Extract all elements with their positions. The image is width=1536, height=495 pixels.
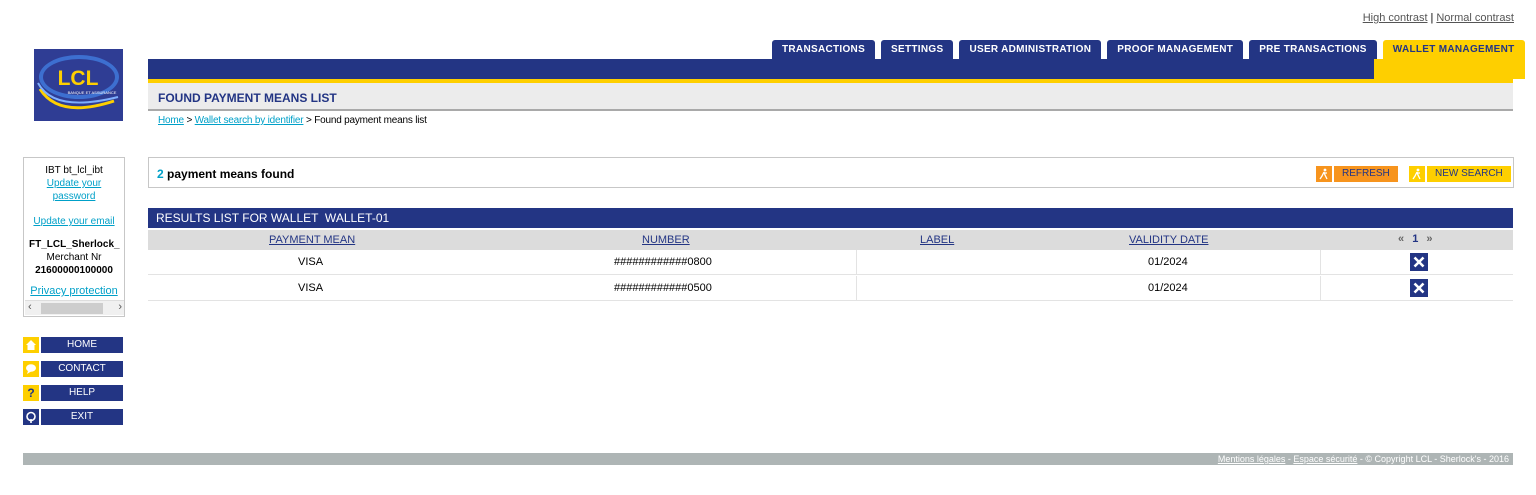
results-list-heading: RESULTS LIST FOR WALLET WALLET-01 [148,208,1513,228]
breadcrumb-current: Found payment means list [314,115,427,126]
logo-tagline: BANQUE ET ASSURANCE [68,90,117,95]
pagination: « 1 » [1398,233,1433,245]
breadcrumb-home-link[interactable]: Home [158,115,184,126]
header-band [148,59,1513,79]
delete-icon[interactable] [1410,253,1428,271]
new-search-label: NEW SEARCH [1427,166,1511,182]
refresh-label: REFRESH [1334,166,1398,182]
new-search-walker-icon [1409,166,1425,182]
footer: Mentions légales - Espace sécurité - © C… [23,453,1513,465]
pager-next-icon[interactable]: » [1426,233,1432,245]
nav-home-label: HOME [41,337,123,353]
results-summary-bar: 2 payment means found REFRESH NEW SEARCH [148,157,1514,188]
lcl-logo[interactable]: LCL BANQUE ET ASSURANCE [34,49,123,121]
breadcrumb-separator: > [183,115,195,126]
nav-help-label: HELP [41,385,123,401]
results-count: 2 [157,167,164,181]
tab-user-administration[interactable]: USER ADMINISTRATION [959,40,1102,59]
table-row: VISA ############0500 01/2024 [148,276,1513,301]
column-header-validity-date[interactable]: VALIDITY DATE [1129,234,1208,246]
results-count-text: 2 payment means found [157,167,294,181]
lcl-logo-graphic: LCL BANQUE ET ASSURANCE [34,49,123,121]
tab-proof-management[interactable]: PROOF MANAGEMENT [1107,40,1244,59]
column-header-payment-mean[interactable]: PAYMENT MEAN [269,234,355,246]
delete-icon[interactable] [1410,279,1428,297]
column-header-label[interactable]: LABEL [920,234,954,246]
update-email-link[interactable]: Update your email [24,215,124,228]
panel-horizontal-scrollbar[interactable]: ‹ › [25,300,124,315]
footer-legal-link[interactable]: Mentions légales [1218,454,1286,464]
scroll-thumb[interactable] [41,303,103,314]
main-tabs: TRANSACTIONS SETTINGS USER ADMINISTRATIO… [772,40,1525,79]
high-contrast-link[interactable]: High contrast [1363,12,1428,24]
column-divider [856,250,857,275]
nav-exit-label: EXIT [41,409,123,425]
page-title: FOUND PAYMENT MEANS LIST [158,91,337,105]
cell-validity-date: 01/2024 [1148,256,1188,268]
breadcrumb-wallet-search-link[interactable]: Wallet search by identifier [195,115,304,126]
column-divider [856,276,857,301]
footer-security-link[interactable]: Espace sécurité [1293,454,1357,464]
column-header-number[interactable]: NUMBER [642,234,690,246]
merchant-label: Merchant Nr [46,252,102,263]
table-header: PAYMENT MEAN NUMBER LABEL VALIDITY DATE … [148,230,1513,250]
help-icon: ? [23,385,39,401]
breadcrumb-separator: > [303,115,315,126]
active-tab-band [1374,59,1513,79]
refresh-walker-icon [1316,166,1332,182]
cell-validity-date: 01/2024 [1148,282,1188,294]
nav-exit[interactable]: EXIT [23,409,123,425]
tab-settings[interactable]: SETTINGS [881,40,954,59]
cell-number: ############0500 [614,282,712,294]
user-id: IBT bt_lcl_ibt [45,165,103,176]
merchant-number: 21600000100000 [35,265,113,276]
pager-current-page[interactable]: 1 [1407,233,1423,245]
cell-payment-mean: VISA [298,256,324,268]
logo-text: LCL [58,67,99,90]
refresh-button[interactable]: REFRESH [1316,166,1398,182]
privacy-protection-link[interactable]: Privacy protection [24,285,124,298]
exit-icon [23,409,39,425]
column-divider [1320,250,1321,275]
chat-icon [23,361,39,377]
page-title-bar: FOUND PAYMENT MEANS LIST [148,83,1513,111]
results-count-label: payment means found [163,167,295,181]
cell-payment-mean: VISA [298,282,324,294]
contrast-switcher: High contrast | Normal contrast [1363,12,1514,24]
tab-pre-transactions[interactable]: PRE TRANSACTIONS [1249,40,1377,59]
scroll-left-icon[interactable]: ‹ [28,301,32,313]
shop-name: FT_LCL_Sherlock_ [29,239,120,250]
tab-transactions[interactable]: TRANSACTIONS [772,40,876,59]
column-divider [1320,276,1321,301]
update-password-link[interactable]: Update your [24,177,124,190]
new-search-button[interactable]: NEW SEARCH [1409,166,1511,182]
update-password-link-line2[interactable]: password [24,190,124,203]
nav-contact-label: CONTACT [41,361,123,377]
user-info-panel: IBT bt_lcl_ibt Update your password Upda… [23,157,125,317]
table-row: VISA ############0800 01/2024 [148,250,1513,275]
footer-copyright: - © Copyright LCL - Sherlock's - 2016 [1357,454,1509,464]
nav-home[interactable]: HOME [23,337,123,353]
home-icon [23,337,39,353]
nav-contact[interactable]: CONTACT [23,361,123,377]
pager-previous-icon[interactable]: « [1398,233,1404,245]
breadcrumb: Home > Wallet search by identifier > Fou… [158,115,427,126]
normal-contrast-link[interactable]: Normal contrast [1436,12,1514,24]
nav-help[interactable]: ? HELP [23,385,123,401]
scroll-right-icon[interactable]: › [118,301,122,313]
cell-number: ############0800 [614,256,712,268]
